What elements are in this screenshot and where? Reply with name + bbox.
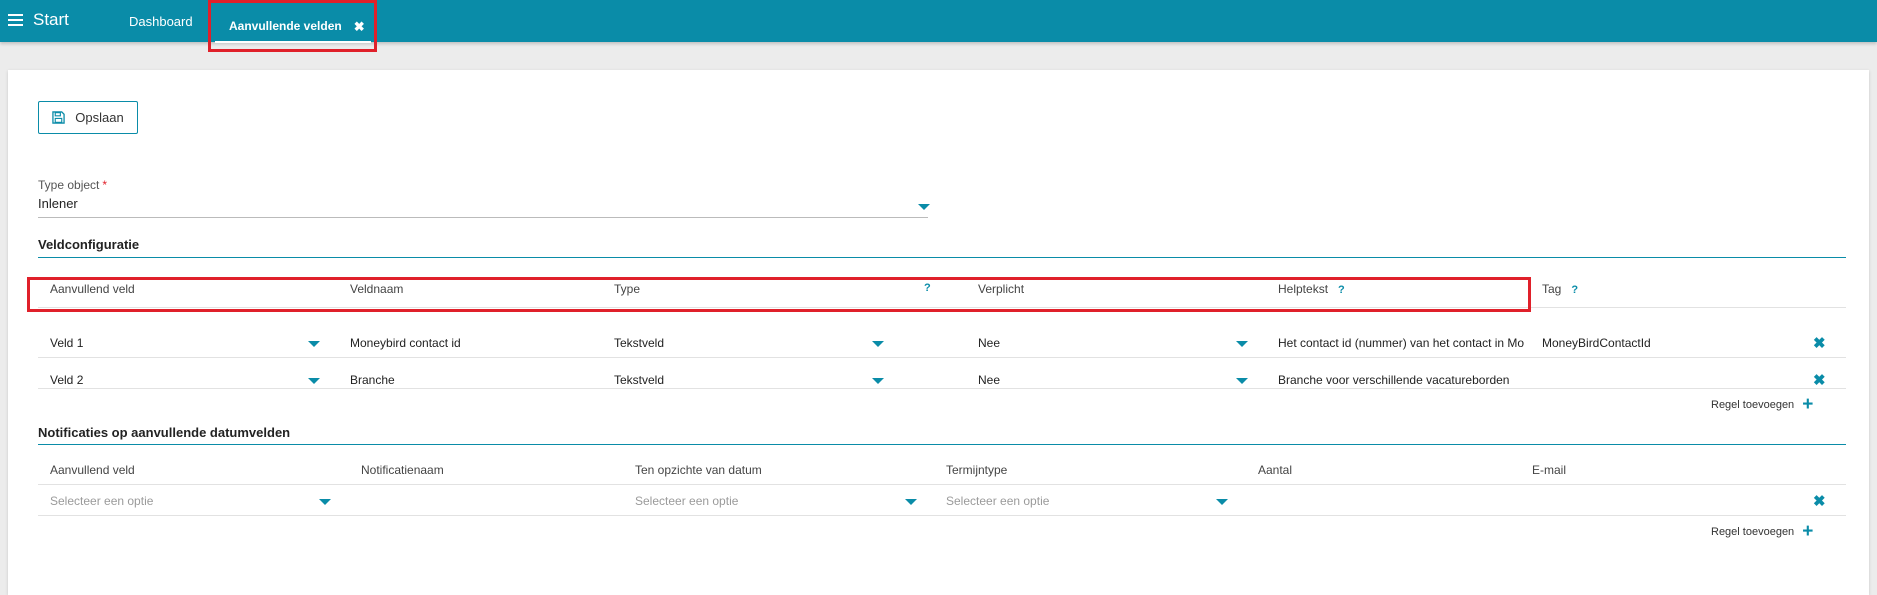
column-header-type: Type: [614, 282, 641, 296]
email-input[interactable]: [1532, 494, 1792, 510]
type-help-icon[interactable]: ?: [924, 282, 931, 294]
chevron-down-icon: [1216, 499, 1228, 505]
column-header-verplicht: Verplicht: [978, 282, 1025, 296]
tab-aanvullende-velden[interactable]: Aanvullende velden ✖: [215, 16, 379, 43]
save-button[interactable]: Opslaan: [38, 101, 138, 134]
row-divider: [38, 484, 1846, 485]
close-icon[interactable]: ✖: [354, 19, 365, 35]
floppy-disk-icon: [52, 111, 66, 124]
veldnaam-input[interactable]: Branche: [350, 373, 590, 387]
column-header-notificatienaam: Notificatienaam: [361, 463, 444, 477]
tab-label: Aanvullende velden: [229, 19, 342, 33]
add-row-label: Regel toevoegen: [1711, 526, 1795, 538]
column-header-helptekst: Helptekst ?: [1278, 282, 1345, 296]
row-divider: [38, 357, 1846, 358]
plus-icon: +: [1802, 394, 1814, 415]
chevron-down-icon: [1236, 378, 1248, 384]
start-menu-button[interactable]: Start: [8, 10, 69, 30]
tag-input[interactable]: MoneyBirdContactId: [1542, 336, 1802, 350]
column-header-tag: Tag ?: [1542, 282, 1579, 296]
chevron-down-icon: [308, 341, 320, 347]
helptekst-input[interactable]: Branche voor verschillende vacatureborde…: [1278, 373, 1524, 387]
type-select[interactable]: Tekstveld: [614, 373, 864, 387]
helptekst-input[interactable]: Het contact id (nummer) van het contact …: [1278, 336, 1524, 350]
hamburger-icon: [8, 14, 23, 26]
notificatienaam-input[interactable]: [361, 494, 611, 510]
aanvullend-veld-select[interactable]: Selecteer een optie: [50, 494, 310, 508]
save-button-label: Opslaan: [75, 110, 124, 125]
type-object-label: Type object *: [38, 178, 108, 192]
add-row-button[interactable]: Regel toevoegen +: [1711, 394, 1814, 415]
chevron-down-icon: [872, 341, 884, 347]
helptekst-help-icon[interactable]: ?: [1338, 284, 1345, 296]
chevron-down-icon: [872, 378, 884, 384]
top-bar: Start Dashboard Aanvullende velden ✖: [0, 0, 1877, 43]
aantal-input[interactable]: [1258, 494, 1508, 510]
tab-dashboard[interactable]: Dashboard: [129, 14, 193, 29]
delete-row-icon[interactable]: ✖: [1813, 492, 1826, 510]
main-panel: Opslaan Type object * Inlener Veldconfigu…: [8, 70, 1869, 595]
active-tab-indicator: [215, 41, 371, 43]
chevron-down-icon: [918, 204, 930, 210]
chevron-down-icon: [319, 499, 331, 505]
column-header-veldnaam: Veldnaam: [350, 282, 404, 296]
type-object-value: Inlener: [38, 196, 78, 211]
column-header-ten-opzichte-van-datum: Ten opzichte van datum: [635, 463, 762, 477]
row-divider: [38, 388, 1846, 389]
column-header-email: E-mail: [1532, 463, 1567, 477]
column-header-aanvullend-veld: Aanvullend veld: [50, 282, 135, 296]
chevron-down-icon: [1236, 341, 1248, 347]
section-title-veldconfiguratie: Veldconfiguratie: [38, 237, 140, 252]
delete-row-icon[interactable]: ✖: [1813, 371, 1826, 389]
verplicht-select[interactable]: Nee: [978, 373, 1228, 387]
aanvullend-veld-select[interactable]: Veld 2: [50, 373, 290, 387]
chevron-down-icon: [308, 378, 320, 384]
type-select[interactable]: Tekstveld: [614, 336, 864, 350]
row-divider: [38, 515, 1846, 516]
column-header-aanvullend-veld: Aanvullend veld: [50, 463, 135, 477]
tag-help-icon[interactable]: ?: [1571, 284, 1578, 296]
add-row-label: Regel toevoegen: [1711, 399, 1795, 411]
required-marker: *: [102, 178, 108, 192]
chevron-down-icon: [905, 499, 917, 505]
start-label: Start: [33, 10, 69, 29]
column-header-aantal: Aantal: [1258, 463, 1293, 477]
veldnaam-input[interactable]: Moneybird contact id: [350, 336, 590, 350]
delete-row-icon[interactable]: ✖: [1813, 334, 1826, 352]
type-object-select[interactable]: Inlener: [38, 194, 930, 218]
plus-icon: +: [1802, 521, 1814, 542]
row-divider: [38, 307, 1846, 308]
termijntype-select[interactable]: Selecteer een optie: [946, 494, 1206, 508]
section-title-notificaties: Notificaties op aanvullende datumvelden: [38, 425, 291, 440]
column-header-termijntype: Termijntype: [946, 463, 1008, 477]
ten-opzichte-select[interactable]: Selecteer een optie: [635, 494, 895, 508]
section-divider: [38, 444, 1846, 445]
verplicht-select[interactable]: Nee: [978, 336, 1228, 350]
section-divider: [38, 257, 1846, 258]
aanvullend-veld-select[interactable]: Veld 1: [50, 336, 290, 350]
add-row-button[interactable]: Regel toevoegen +: [1711, 521, 1814, 542]
